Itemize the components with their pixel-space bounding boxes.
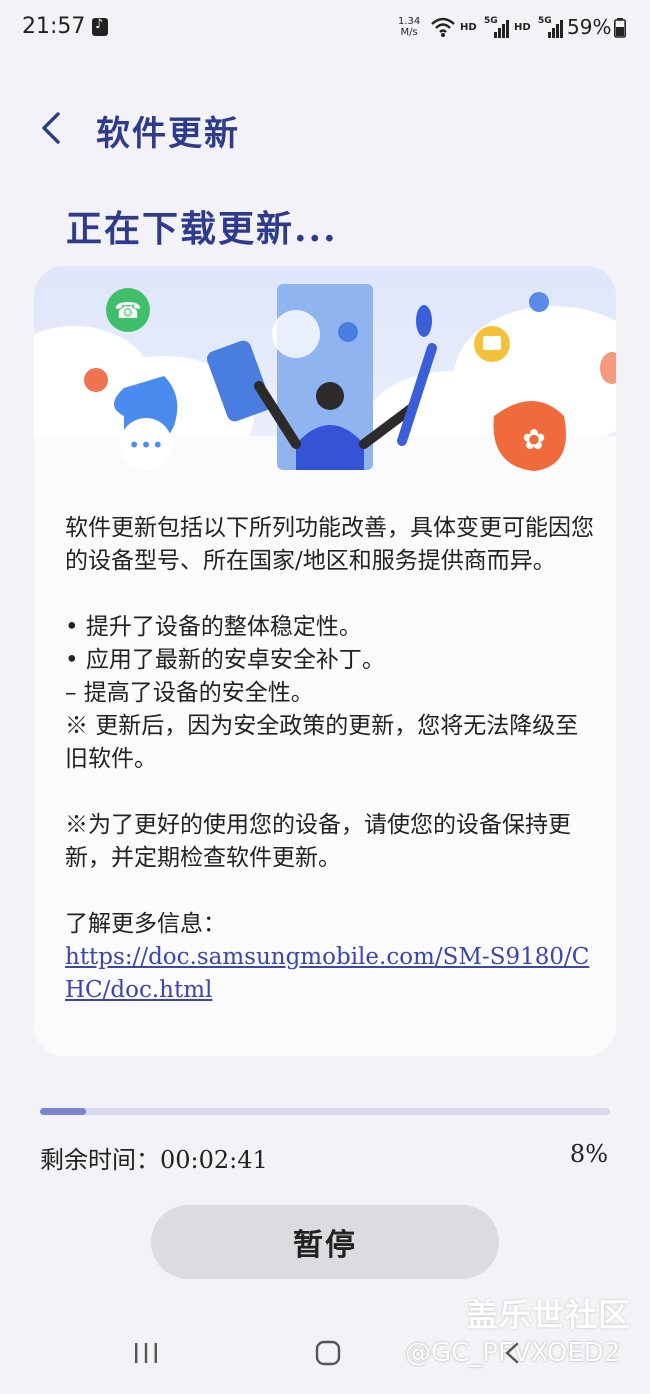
- header-title: 软件更新: [96, 114, 240, 154]
- battery-charging-icon: [614, 18, 626, 38]
- sim1-label: 5G: [484, 16, 498, 26]
- svg-text:☎: ☎: [114, 299, 141, 324]
- release-note-security-sub: – 提高了设备的安全性。: [65, 680, 314, 706]
- release-note-stability: • 提升了设备的整体稳定性。: [65, 614, 362, 640]
- progress-percent: 8%: [569, 1140, 608, 1168]
- status-time: 21:57: [22, 14, 86, 39]
- release-notes-text: 软件更新包括以下所列功能改善，具体变更可能因您的设备型号、所在国家/地区和服务提…: [65, 512, 595, 1007]
- home-icon[interactable]: [315, 1340, 341, 1366]
- hd-badge-2: HD: [514, 22, 531, 33]
- download-progress-fill: [40, 1108, 86, 1115]
- svg-text:•••: •••: [128, 433, 163, 457]
- svg-text:✿: ✿: [522, 423, 545, 456]
- back-button[interactable]: [36, 106, 72, 150]
- pause-button[interactable]: 暂停: [151, 1205, 499, 1279]
- wifi-icon: [431, 17, 455, 37]
- update-illustration: ☎ ••• ✿: [34, 266, 616, 488]
- sim2-label: 5G: [538, 16, 552, 26]
- music-notification-icon: [92, 17, 108, 36]
- more-info-label: 了解更多信息：: [65, 911, 226, 937]
- network-speed: 1.34 M/s: [398, 16, 420, 38]
- hd-badge-1: HD: [460, 22, 477, 33]
- battery-percent: 59%: [567, 15, 612, 39]
- status-bar: 21:57 1.34 M/s HD 5G HD 5G 59%: [0, 0, 650, 58]
- download-status-heading: 正在下载更新...: [66, 208, 338, 250]
- release-note-security-patch: • 应用了最新的安卓安全补丁。: [65, 647, 385, 673]
- more-info-link[interactable]: https://doc.samsungmobile.com/SM-S9180/C…: [65, 941, 595, 1007]
- network-speed-value: 1.34: [398, 16, 421, 27]
- signal-icon-sim1: 5G: [484, 16, 509, 38]
- download-progress-bar: [40, 1108, 610, 1115]
- release-note-keep-updated: ※为了更好的使用您的设备，请使您的设备保持更新，并定期检查软件更新。: [65, 812, 571, 871]
- network-speed-unit: M/s: [400, 27, 418, 38]
- release-notes-intro: 软件更新包括以下所列功能改善，具体变更可能因您的设备型号、所在国家/地区和服务提…: [65, 515, 594, 574]
- back-icon[interactable]: [500, 1340, 526, 1366]
- remaining-time: 剩余时间：00:02:41: [40, 1146, 268, 1174]
- release-note-downgrade-warning: ※ 更新后，因为安全政策的更新，您将无法降级至旧软件。: [65, 713, 579, 772]
- release-notes-card: ☎ ••• ✿ 软件更新包括以下所列功能改善，具体变更可能因您的设备型号、所在国…: [34, 266, 616, 1056]
- signal-icon-sim2: 5G: [538, 16, 563, 38]
- recents-icon[interactable]: [132, 1340, 160, 1366]
